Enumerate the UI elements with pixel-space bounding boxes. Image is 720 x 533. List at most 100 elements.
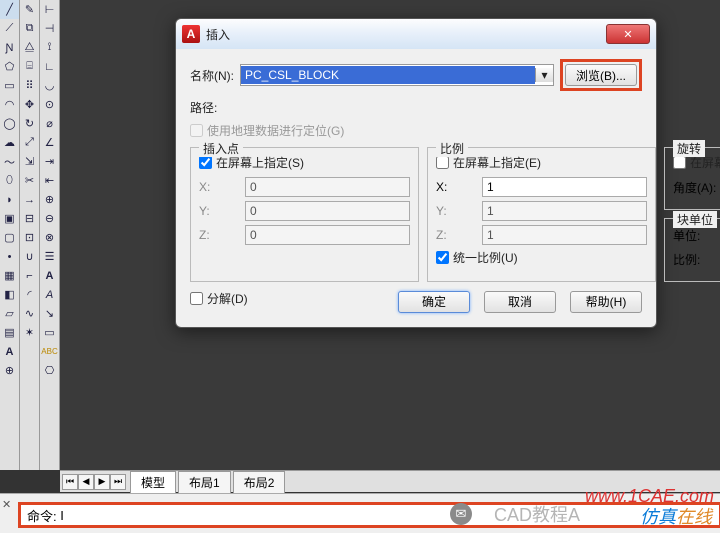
insert-onscreen-checkbox[interactable] — [199, 156, 212, 169]
tool-dim5-icon[interactable]: ◡ — [40, 76, 59, 95]
tool-dim10-icon[interactable]: ⇤ — [40, 171, 59, 190]
tab-nav-last-icon[interactable]: ⏭ — [110, 474, 126, 490]
tool-stretch-icon[interactable]: ⇲ — [20, 152, 39, 171]
geo-label: 使用地理数据进行定位(G) — [207, 122, 344, 139]
insert-z-label: Z: — [199, 228, 239, 242]
ok-button[interactable]: 确定 — [398, 291, 470, 313]
group-rotate-title: 旋转 — [673, 140, 705, 157]
close-button[interactable]: ✕ — [606, 24, 650, 44]
tool-dimstyle-icon[interactable]: ABC — [40, 342, 59, 361]
tool-chamfer-icon[interactable]: ⌐ — [20, 266, 39, 285]
tool-insert-icon[interactable]: ▣ — [0, 209, 19, 228]
tool-array-icon[interactable]: ⠿ — [20, 76, 39, 95]
tool-leader-icon[interactable]: ↘ — [40, 304, 59, 323]
tool-block-icon[interactable]: ▢ — [0, 228, 19, 247]
angle-label: 角度(A): — [673, 179, 720, 196]
tab-nav-next-icon[interactable]: ▶ — [94, 474, 110, 490]
tool-pline-icon[interactable]: Ɲ — [0, 38, 19, 57]
tool-circle-icon[interactable]: ◯ — [0, 114, 19, 133]
tool-dim3-icon[interactable]: ⟟ — [40, 38, 59, 57]
explode-checkbox[interactable] — [190, 292, 203, 305]
name-combobox[interactable]: PC_CSL_BLOCK ▾ — [240, 64, 554, 86]
tool-extend-icon[interactable]: → — [20, 190, 39, 209]
tool-rotate-icon[interactable]: ↻ — [20, 114, 39, 133]
tool-table-icon[interactable]: ▤ — [0, 323, 19, 342]
group-rotate: 旋转 在屏幕上指定(C) 角度(A): — [664, 147, 720, 210]
tool-fillet-icon[interactable]: ◜ — [20, 285, 39, 304]
scale-onscreen-checkbox[interactable] — [436, 156, 449, 169]
command-input[interactable]: 命令: I — [20, 504, 720, 526]
tool-hatch-icon[interactable]: ▦ — [0, 266, 19, 285]
unit-label: 单位: — [673, 227, 720, 244]
tool-dim8-icon[interactable]: ∠ — [40, 133, 59, 152]
tool-dim4-icon[interactable]: ∟ — [40, 57, 59, 76]
dialog-title: 插入 — [206, 26, 230, 43]
group-insertpoint-title: 插入点 — [199, 140, 243, 157]
tool-region-icon[interactable]: ▱ — [0, 304, 19, 323]
rotate-onscreen-checkbox[interactable] — [673, 156, 686, 169]
tool-arc-icon[interactable]: ◠ — [0, 95, 19, 114]
tab-model[interactable]: 模型 — [130, 471, 176, 493]
group-scale: 比例 在屏幕上指定(E) X: Y: Z: 统一比例(U) — [427, 147, 656, 282]
scale-x-label: X: — [436, 180, 476, 194]
insert-x-label: X: — [199, 180, 239, 194]
scale-x-field[interactable] — [482, 177, 647, 197]
tool-dim2-icon[interactable]: ⊣ — [40, 19, 59, 38]
path-label: 路径: — [190, 99, 642, 116]
tool-blend-icon[interactable]: ∿ — [20, 304, 39, 323]
help-button[interactable]: 帮助(H) — [570, 291, 642, 313]
insert-z-field — [245, 225, 410, 245]
tool-mtext-icon[interactable]: A — [0, 342, 19, 361]
watermark-cad: CAD教程A — [494, 501, 580, 527]
tab-layout1[interactable]: 布局1 — [178, 471, 231, 493]
browse-button[interactable]: 浏览(B)... — [565, 64, 637, 86]
dialog-titlebar[interactable]: A 插入 ✕ — [176, 19, 656, 49]
tool-erase-icon[interactable]: ✎ — [20, 0, 39, 19]
tool-line-icon[interactable]: ╱ — [0, 0, 19, 19]
tool-polygon-icon[interactable]: ⬠ — [0, 57, 19, 76]
name-value: PC_CSL_BLOCK — [241, 66, 535, 84]
tool-join-icon[interactable]: ∪ — [20, 247, 39, 266]
tool-dim9-icon[interactable]: ⇥ — [40, 152, 59, 171]
command-label: 命令: — [27, 506, 57, 525]
tab-nav-first-icon[interactable]: ⏮ — [62, 474, 78, 490]
command-close-icon[interactable]: ✕ — [2, 498, 11, 511]
tool-addsel-icon[interactable]: ⊕ — [0, 361, 19, 380]
tool-xline-icon[interactable]: ⟋ — [0, 19, 19, 38]
cancel-button[interactable]: 取消 — [484, 291, 556, 313]
wechat-icon: ✉ — [450, 503, 472, 525]
tool-ellipse-icon[interactable]: ⬯ — [0, 171, 19, 190]
tool-dim6-icon[interactable]: ⊙ — [40, 95, 59, 114]
tool-mirror-icon[interactable]: ⧋ — [20, 38, 39, 57]
tool-trim-icon[interactable]: ✂ — [20, 171, 39, 190]
tab-layout2[interactable]: 布局2 — [233, 471, 286, 493]
tool-rect-icon[interactable]: ▭ — [0, 76, 19, 95]
tool-point-icon[interactable]: • — [0, 247, 19, 266]
tool-dim11-icon[interactable]: ⊕ — [40, 190, 59, 209]
tool-break2-icon[interactable]: ⊡ — [20, 228, 39, 247]
tool-dim7-icon[interactable]: ⌀ — [40, 114, 59, 133]
tool-dim13-icon[interactable]: ⊗ — [40, 228, 59, 247]
tool-break-icon[interactable]: ⊟ — [20, 209, 39, 228]
tool-copy-icon[interactable]: ⧉ — [20, 19, 39, 38]
tool-gradient-icon[interactable]: ◧ — [0, 285, 19, 304]
app-icon: A — [182, 25, 200, 43]
tool-dimsty2-icon[interactable]: ⎔ — [40, 361, 59, 380]
tool-dim1-icon[interactable]: ⊢ — [40, 0, 59, 19]
tool-explode-icon[interactable]: ✶ — [20, 323, 39, 342]
scale-z-field — [482, 225, 647, 245]
tab-nav-prev-icon[interactable]: ◀ — [78, 474, 94, 490]
tool-spline-icon[interactable]: 〜 — [0, 152, 19, 171]
chevron-down-icon[interactable]: ▾ — [535, 68, 553, 82]
tool-text-icon[interactable]: A — [40, 266, 59, 285]
tool-move-icon[interactable]: ✥ — [20, 95, 39, 114]
tool-text2-icon[interactable]: A — [40, 285, 59, 304]
tool-scale-icon[interactable]: ⤢ — [20, 133, 39, 152]
tool-dim12-icon[interactable]: ⊖ — [40, 209, 59, 228]
tool-dim14-icon[interactable]: ☰ — [40, 247, 59, 266]
uniform-scale-checkbox[interactable] — [436, 251, 449, 264]
tool-tol-icon[interactable]: ▭ — [40, 323, 59, 342]
tool-ellipsearc-icon[interactable]: ◗ — [0, 190, 19, 209]
tool-revcloud-icon[interactable]: ☁ — [0, 133, 19, 152]
tool-offset-icon[interactable]: ⌸ — [20, 57, 39, 76]
